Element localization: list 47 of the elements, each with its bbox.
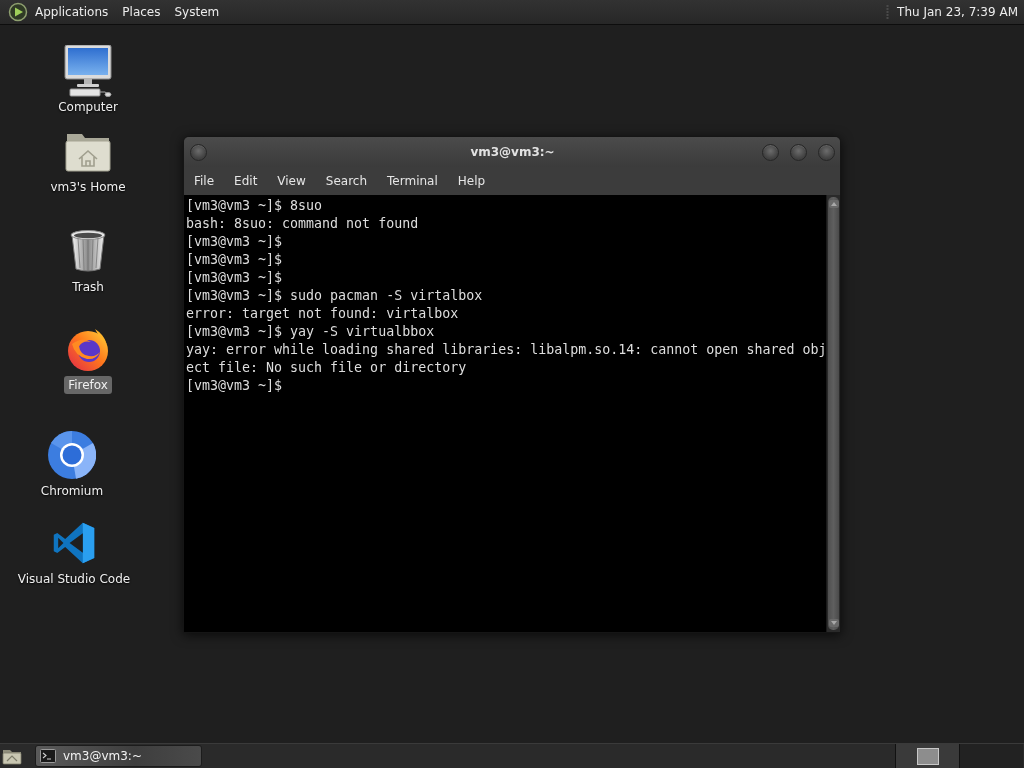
desktop-icon-label[interactable]: Visual Studio Code	[13, 570, 135, 588]
chromium-logo-icon[interactable]	[48, 431, 96, 479]
menu-item[interactable]: File	[184, 168, 225, 194]
trash-icon[interactable]	[69, 229, 107, 273]
workspace-button[interactable]	[895, 744, 959, 768]
panel-menu[interactable]: Places	[115, 0, 168, 24]
firefox-logo-icon[interactable]	[65, 326, 111, 372]
minimize-button[interactable]	[762, 143, 779, 161]
terminal-line: [vm3@vm3 ~]$ sudo pacman -S virtalbox	[186, 287, 484, 305]
terminal-line: yay: error while loading shared libraries: libalpm.so.14: cannot open shared obj	[186, 341, 824, 359]
task-button[interactable]: vm3@vm3:~	[35, 745, 202, 767]
close-button[interactable]	[818, 143, 835, 161]
desktop-icon-label[interactable]: Chromium	[36, 482, 108, 500]
start-logo-icon[interactable]	[8, 2, 28, 22]
desktop-icon-label[interactable]: Firefox	[64, 376, 112, 394]
vscode-logo-icon[interactable]	[52, 521, 96, 565]
menu-item[interactable]: Terminal	[377, 168, 448, 194]
maximize-button[interactable]	[790, 143, 807, 161]
desktop-icon-label[interactable]: Trash	[68, 278, 108, 296]
clock[interactable]: Thu Jan 23, 7:39 AM	[889, 0, 1024, 24]
window-menu-button[interactable]	[190, 143, 207, 161]
terminal-line: ect file: No such file or directory	[186, 359, 468, 377]
terminal-icon	[40, 749, 56, 763]
terminal-line: [vm3@vm3 ~]$ 8suo	[186, 197, 324, 215]
desktop-icon-label[interactable]: vm3's Home	[46, 178, 130, 196]
scroll-up-button[interactable]	[828, 200, 839, 208]
terminal-line: [vm3@vm3 ~]$	[186, 251, 284, 269]
computer-icon[interactable]	[64, 45, 112, 97]
scroll-down-button[interactable]	[828, 619, 839, 627]
terminal-line: [vm3@vm3 ~]$	[186, 377, 284, 395]
show-desktop-icon[interactable]	[2, 747, 22, 765]
caret-up-icon	[830, 202, 837, 206]
menu-item[interactable]: Search	[315, 168, 378, 194]
terminal-line: bash: 8suo: command not found	[186, 215, 420, 233]
window-title: vm3@vm3:~	[470, 145, 555, 159]
terminal-line: [vm3@vm3 ~]$ yay -S virtualbbox	[186, 323, 436, 341]
menu-item[interactable]: Edit	[224, 168, 268, 194]
terminal-line: [vm3@vm3 ~]$	[186, 233, 284, 251]
window-thumbnail	[916, 747, 939, 765]
desktop-icon-label[interactable]: Computer	[54, 98, 122, 116]
menu-item[interactable]: Help	[447, 168, 496, 194]
menu-item[interactable]: View	[267, 168, 316, 194]
panel-menu[interactable]: Applications	[28, 0, 116, 24]
terminal-line: error: target not found: virtalbox	[186, 305, 460, 323]
terminal-line: [vm3@vm3 ~]$	[186, 269, 284, 287]
caret-down-icon	[830, 621, 837, 625]
panel-menu[interactable]: System	[167, 0, 227, 24]
